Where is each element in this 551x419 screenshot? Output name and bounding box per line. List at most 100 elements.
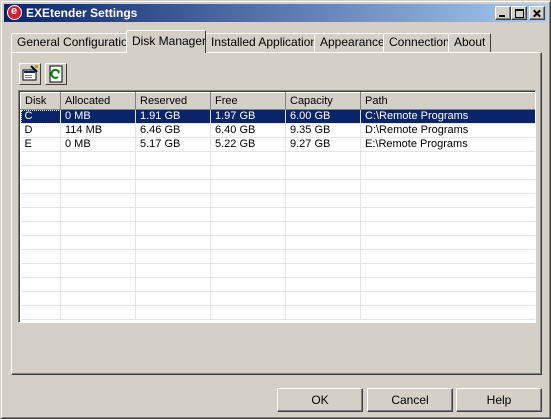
app-icon-letter: e — [11, 5, 18, 17]
table-row[interactable]: D 114 MB 6.46 GB 6.40 GB 9.35 GB D:\Remo… — [20, 123, 535, 138]
column-header-reserved[interactable]: Reserved — [135, 92, 211, 110]
app-icon[interactable]: e — [7, 5, 22, 20]
empty-cell — [360, 193, 535, 208]
window-title: EXEtender Settings — [26, 6, 138, 20]
empty-cell — [360, 305, 535, 320]
empty-cell — [360, 249, 535, 264]
empty-cell — [210, 277, 286, 292]
column-header-path[interactable]: Path — [360, 92, 535, 110]
refresh-icon — [49, 65, 63, 83]
empty-cell — [60, 249, 136, 264]
empty-cell — [360, 165, 535, 180]
column-header-free[interactable]: Free — [210, 92, 286, 110]
empty-row — [20, 165, 535, 180]
empty-row — [20, 249, 535, 264]
empty-cell — [285, 221, 361, 236]
empty-cell — [135, 221, 211, 236]
empty-cell — [360, 151, 535, 166]
empty-cell — [60, 235, 136, 250]
column-header-capacity[interactable]: Capacity — [285, 92, 361, 110]
empty-cell — [285, 263, 361, 278]
empty-cell — [135, 235, 211, 250]
disk-list[interactable]: Disk Allocated Reserved Free Capacity Pa… — [18, 90, 536, 323]
empty-cell — [285, 235, 361, 250]
close-button[interactable] — [529, 6, 545, 20]
tab-about[interactable]: About — [448, 33, 491, 52]
empty-cell — [210, 151, 286, 166]
empty-cell — [20, 165, 61, 180]
refresh-button[interactable] — [45, 63, 67, 85]
empty-cell — [135, 165, 211, 180]
empty-cell — [20, 179, 61, 194]
empty-rows — [20, 151, 535, 320]
empty-cell — [360, 277, 535, 292]
cell-path: E:\Remote Programs — [360, 137, 535, 152]
empty-cell — [60, 151, 136, 166]
empty-cell — [135, 249, 211, 264]
cell-reserved: 5.17 GB — [135, 137, 211, 152]
column-header-allocated[interactable]: Allocated — [60, 92, 136, 110]
empty-cell — [210, 263, 286, 278]
table-row[interactable]: E 0 MB 5.17 GB 5.22 GB 9.27 GB E:\Remote… — [20, 137, 535, 152]
tab-disk-manager[interactable]: Disk Manager — [126, 30, 206, 53]
empty-row — [20, 305, 535, 320]
empty-cell — [20, 291, 61, 306]
column-header-disk[interactable]: Disk — [20, 92, 61, 110]
empty-cell — [135, 291, 211, 306]
empty-cell — [210, 305, 286, 320]
tab-general-configuration[interactable]: General Configuration — [11, 33, 134, 52]
empty-row — [20, 221, 535, 236]
cell-reserved: 6.46 GB — [135, 123, 211, 138]
empty-cell — [20, 277, 61, 292]
empty-cell — [60, 207, 136, 222]
empty-cell — [285, 207, 361, 222]
empty-cell — [360, 263, 535, 278]
empty-row — [20, 263, 535, 278]
empty-cell — [360, 207, 535, 222]
empty-row — [20, 291, 535, 306]
empty-cell — [210, 291, 286, 306]
empty-cell — [285, 193, 361, 208]
tab-appearance[interactable]: Appearance — [314, 33, 385, 52]
empty-cell — [285, 305, 361, 320]
empty-cell — [135, 193, 211, 208]
cell-reserved: 1.91 GB — [135, 109, 211, 124]
settings-window: e EXEtender Settings General Configurati… — [0, 0, 551, 419]
empty-cell — [210, 235, 286, 250]
empty-row — [20, 193, 535, 208]
empty-cell — [210, 249, 286, 264]
empty-cell — [210, 179, 286, 194]
empty-cell — [135, 305, 211, 320]
title-bar[interactable]: e EXEtender Settings — [4, 4, 547, 22]
empty-cell — [285, 291, 361, 306]
maximize-button[interactable] — [511, 6, 527, 20]
empty-cell — [20, 207, 61, 222]
empty-cell — [20, 235, 61, 250]
empty-cell — [135, 277, 211, 292]
cell-disk: C — [20, 109, 61, 124]
tab-installed-applications[interactable]: Installed Applications — [205, 33, 323, 52]
empty-cell — [135, 263, 211, 278]
empty-cell — [20, 193, 61, 208]
empty-cell — [285, 165, 361, 180]
cell-path: C:\Remote Programs — [360, 109, 535, 124]
empty-cell — [210, 207, 286, 222]
empty-row — [20, 235, 535, 250]
tab-connection[interactable]: Connection — [383, 33, 450, 52]
cancel-button[interactable]: Cancel — [367, 388, 453, 412]
cell-disk: E — [20, 137, 61, 152]
ok-button[interactable]: OK — [277, 388, 363, 412]
help-button[interactable]: Help — [456, 388, 542, 412]
minimize-button[interactable] — [495, 6, 511, 20]
empty-row — [20, 151, 535, 166]
table-row[interactable]: C 0 MB 1.91 GB 1.97 GB 6.00 GB C:\Remote… — [20, 109, 535, 124]
empty-cell — [20, 151, 61, 166]
empty-cell — [60, 179, 136, 194]
empty-cell — [285, 151, 361, 166]
empty-cell — [60, 305, 136, 320]
column-header-row: Disk Allocated Reserved Free Capacity Pa… — [20, 92, 535, 110]
empty-row — [20, 207, 535, 222]
cell-capacity: 9.35 GB — [285, 123, 361, 138]
properties-button[interactable] — [19, 63, 41, 85]
cell-free: 6.40 GB — [210, 123, 286, 138]
